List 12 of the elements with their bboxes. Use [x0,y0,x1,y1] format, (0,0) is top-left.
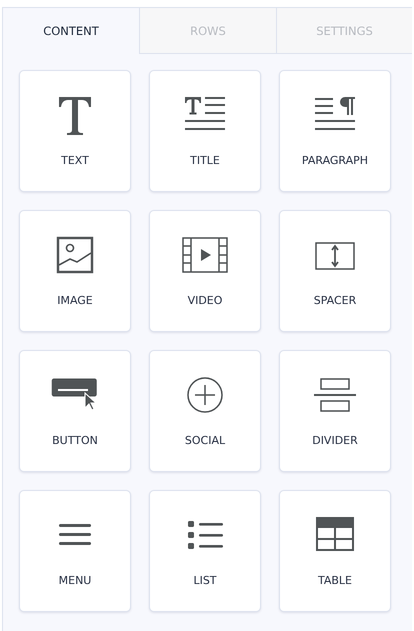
block-tile[interactable]: BUTTON [19,350,131,472]
block-tile[interactable]: MENU [19,490,131,612]
block-tile[interactable]: PARAGRAPH [279,70,391,192]
block-tile[interactable]: SOCIAL [149,350,261,472]
block-tile[interactable]: VIDEO [149,210,261,332]
block-tile[interactable]: DIVIDER [279,350,391,472]
block-tile[interactable]: IMAGE [19,210,131,332]
block-tile[interactable]: TEXT [19,70,131,192]
block-tile[interactable]: TABLE [279,490,391,612]
block-tile[interactable]: TITLE [149,70,261,192]
block-tile[interactable]: LIST [149,490,261,612]
block-tile[interactable]: SPACER [279,210,391,332]
